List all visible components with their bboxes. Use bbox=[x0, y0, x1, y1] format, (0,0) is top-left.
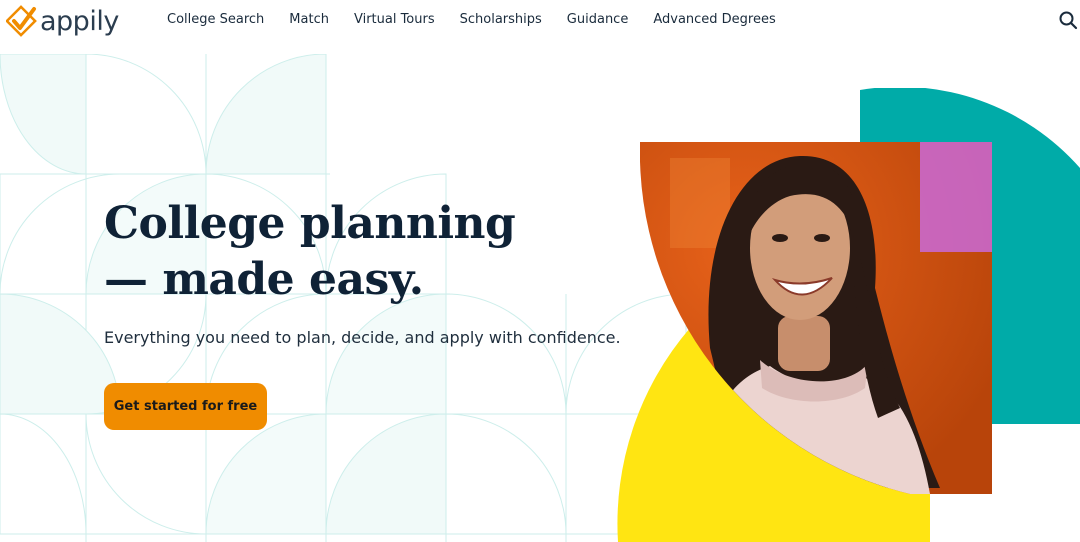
main-nav: College Search Match Virtual Tours Schol… bbox=[167, 12, 801, 27]
nav-guidance[interactable]: Guidance bbox=[567, 12, 629, 27]
site-header: appily College Search Match Virtual Tour… bbox=[0, 0, 1080, 42]
nav-scholarships[interactable]: Scholarships bbox=[460, 12, 542, 27]
appily-logo[interactable]: appily bbox=[6, 4, 119, 38]
hero-subtitle: Everything you need to plan, decide, and… bbox=[104, 328, 621, 347]
search-icon[interactable] bbox=[1058, 10, 1078, 30]
hero-artwork bbox=[617, 88, 1080, 542]
hero-title-line-2: — made easy. bbox=[104, 254, 424, 305]
nav-virtual-tours[interactable]: Virtual Tours bbox=[354, 12, 435, 27]
nav-advanced-degrees[interactable]: Advanced Degrees bbox=[653, 12, 775, 27]
hero-title-line-1: College planning bbox=[104, 198, 516, 249]
hero-title: College planning — made easy. bbox=[104, 196, 574, 308]
checkmark-logo-icon bbox=[6, 5, 37, 37]
nav-college-search[interactable]: College Search bbox=[167, 12, 264, 27]
logo-wordmark: appily bbox=[40, 5, 119, 37]
get-started-button[interactable]: Get started for free bbox=[104, 383, 267, 430]
nav-match[interactable]: Match bbox=[289, 12, 329, 27]
